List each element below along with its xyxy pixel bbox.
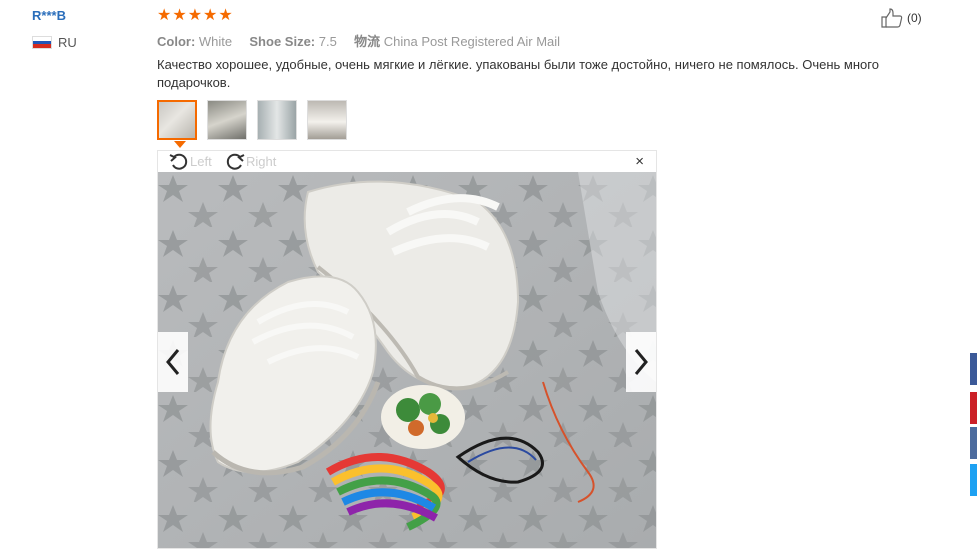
order-attributes: Color: White Shoe Size: 7.5 物流 China Pos… [157,31,560,50]
star-icon: ★ [218,7,233,24]
review-photo [158,172,656,548]
helpful-button[interactable]: (0) [880,8,922,28]
review-photo-thumbnail[interactable] [157,100,197,140]
star-icon: ★ [157,7,172,24]
rotate-left-button[interactable]: Left [168,151,212,171]
next-photo-button[interactable] [626,332,656,392]
reviewer-name[interactable]: R***B [32,8,66,23]
star-icon: ★ [172,7,187,24]
sneakers-photo-image [158,172,656,548]
country-code: RU [58,35,77,50]
viewer-toolbar: Left Right × [158,151,656,172]
rotate-right-label: Right [246,153,277,169]
rotate-right-button[interactable]: Right [224,151,276,171]
helpful-count: (0) [907,11,922,25]
rotate-left-icon [169,153,188,170]
review-photo-thumbnail[interactable] [207,100,247,140]
color-value: White [198,34,233,49]
chevron-right-icon [634,349,648,375]
russia-flag-icon [32,36,52,49]
review-photo-thumbnail[interactable] [257,100,297,140]
share-facebook-button[interactable] [970,353,977,385]
share-pinterest-button[interactable] [970,392,977,424]
active-thumbnail-caret [174,141,186,148]
star-icon: ★ [203,7,218,24]
rotate-right-icon [226,153,245,170]
shoe-size-label: Shoe Size: [249,34,316,49]
previous-photo-button[interactable] [158,332,188,392]
photo-viewer: Left Right × [157,150,657,549]
share-twitter-button[interactable] [970,464,977,496]
review-text: Качество хорошее, удобные, очень мягкие … [157,57,879,90]
logistics-value: China Post Registered Air Mail [383,34,561,49]
chevron-left-icon [166,349,180,375]
review-photo-thumbnail[interactable] [307,100,347,140]
reviewer-country: RU [32,35,77,50]
logistics-label: 物流 [354,34,381,49]
rotate-left-label: Left [190,153,212,169]
star-rating: ★ ★ ★ ★ ★ [157,8,233,24]
thumbs-up-icon [881,8,903,28]
close-viewer-button[interactable]: × [635,153,644,170]
share-vk-button[interactable] [970,427,977,459]
photo-thumbnails [157,100,347,140]
star-icon: ★ [187,7,203,24]
shoe-size-value: 7.5 [318,34,337,49]
color-label: Color: [157,34,196,49]
